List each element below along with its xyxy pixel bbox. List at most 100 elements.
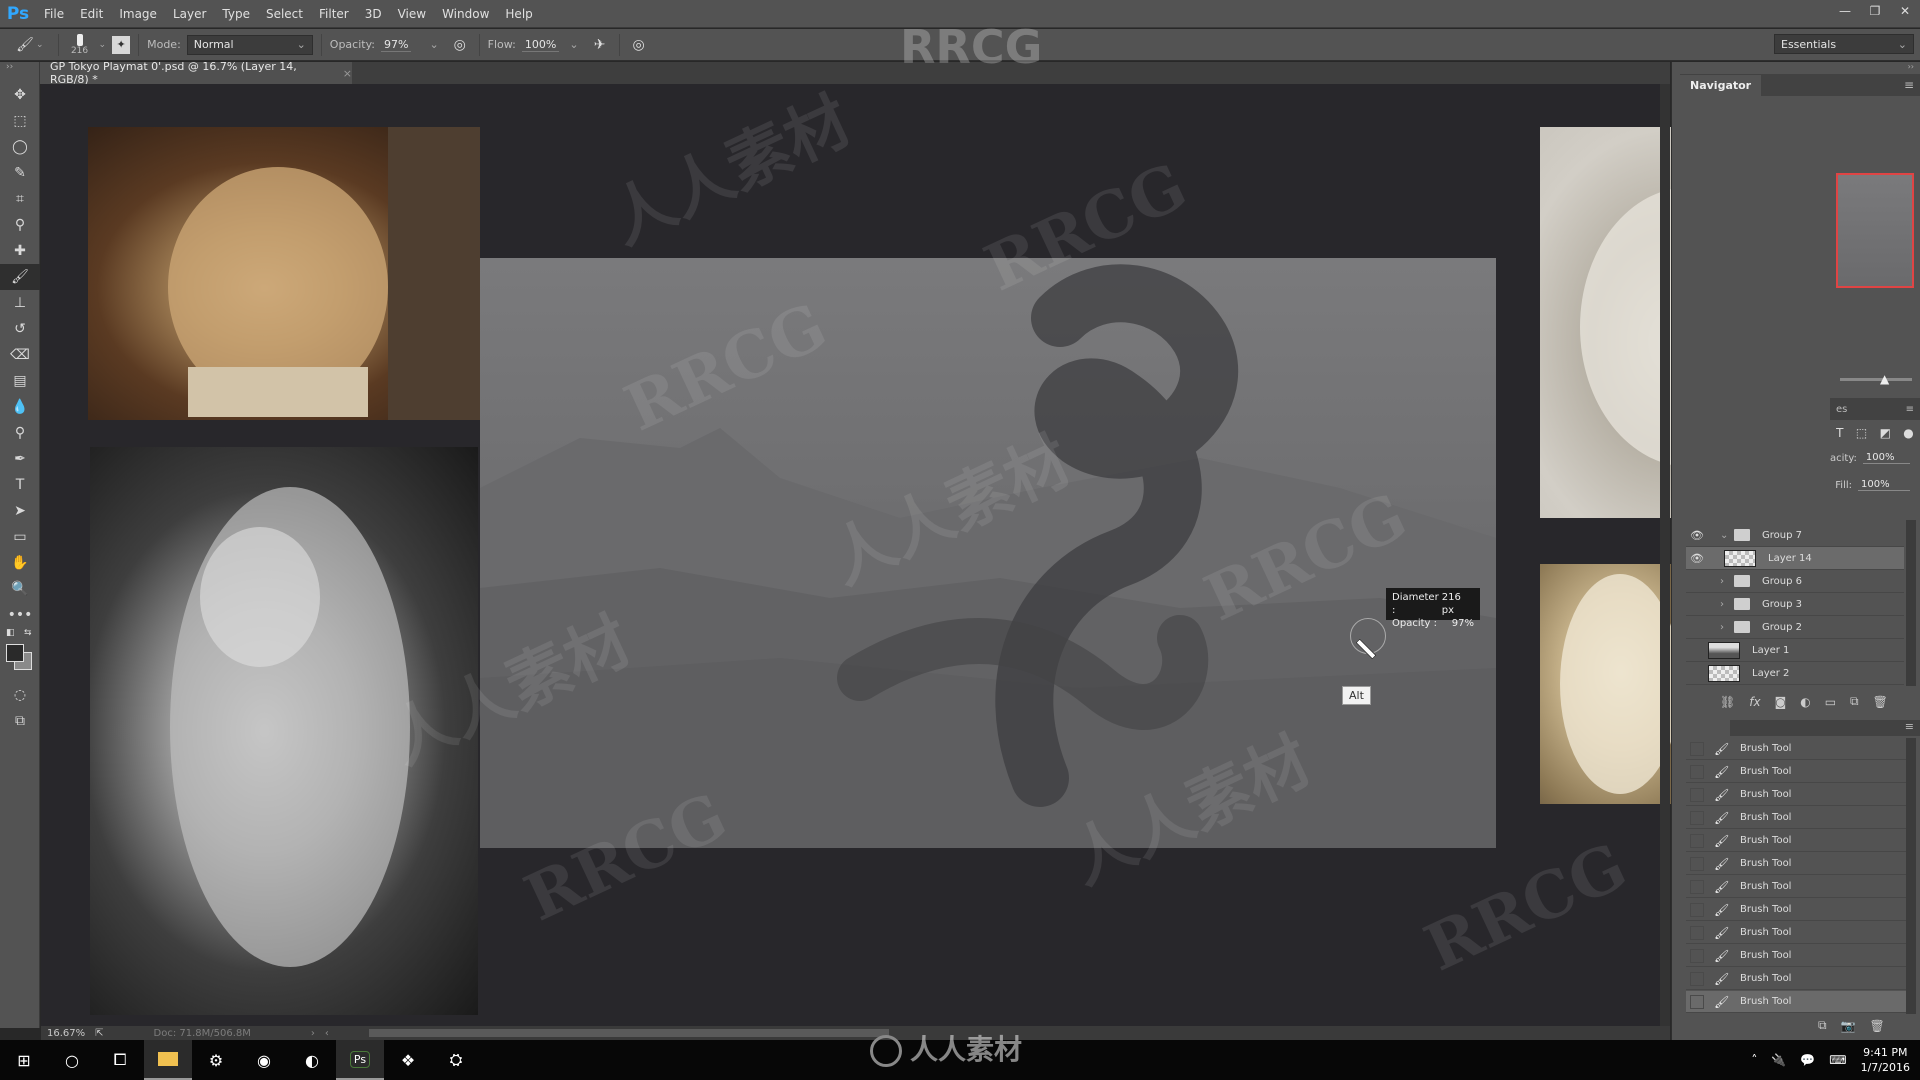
navigator-tab[interactable]: Navigator <box>1680 74 1762 96</box>
show-hidden-icons[interactable]: ˄ <box>1751 1053 1757 1067</box>
doc-size[interactable]: Doc: 71.8M/506.8M <box>154 1028 251 1039</box>
mode-select[interactable]: Normal ⌄ <box>186 34 313 55</box>
history-source-checkbox[interactable] <box>1690 856 1704 871</box>
fx-icon[interactable]: fx <box>1749 695 1760 709</box>
more-tools-icon[interactable]: ••• <box>0 602 40 628</box>
history-source-checkbox[interactable] <box>1690 948 1704 963</box>
task-view-button[interactable]: ⧠ <box>96 1040 144 1080</box>
notifications-icon[interactable]: 💬 <box>1800 1053 1815 1067</box>
chevron-right-icon[interactable]: › <box>1720 599 1734 610</box>
pen-tool-icon[interactable]: ✒ <box>0 446 40 472</box>
panel-menu-icon[interactable]: ≡ <box>1905 720 1914 733</box>
clock[interactable]: 9:41 PM 1/7/2016 <box>1861 1045 1910 1075</box>
delete-layer-icon[interactable]: 🗑 <box>1873 695 1888 709</box>
history-source-checkbox[interactable] <box>1690 971 1704 986</box>
healing-brush-tool-icon[interactable]: ✚ <box>0 238 40 264</box>
link-layers-icon[interactable]: ⛓ <box>1720 695 1735 709</box>
menu-layer[interactable]: Layer <box>165 7 214 21</box>
layer-row-group-2[interactable]: › Group 2 <box>1686 616 1904 639</box>
menu-select[interactable]: Select <box>258 7 311 21</box>
default-colors-icon[interactable]: ◧ <box>6 628 15 638</box>
battery-icon[interactable]: 🔌 <box>1771 1053 1786 1067</box>
panel-menu-icon[interactable]: ≡ <box>1904 78 1914 92</box>
menu-window[interactable]: Window <box>434 7 497 21</box>
visibility-eye-icon[interactable]: 👁 <box>1686 529 1708 542</box>
close-tab-icon[interactable]: × <box>343 67 352 80</box>
swap-colors-icon[interactable]: ⇆ <box>24 628 32 638</box>
history-state[interactable]: 🖌 Brush Tool <box>1686 738 1906 760</box>
eraser-tool-icon[interactable]: ⌫ <box>0 342 40 368</box>
menu-file[interactable]: File <box>36 7 72 21</box>
chevron-down-icon[interactable]: ⌄ <box>429 38 438 51</box>
type-tool-icon[interactable]: T <box>0 472 40 498</box>
history-state[interactable]: 🖌 Brush Tool <box>1686 945 1906 967</box>
history-state[interactable]: 🖌 Brush Tool <box>1686 761 1906 783</box>
document-canvas[interactable] <box>480 258 1496 848</box>
zoom-level[interactable]: 16.67% <box>47 1028 85 1039</box>
smart-object-filter-icon[interactable]: ◩ <box>1880 426 1891 440</box>
photoshop-taskbar-icon[interactable]: Ps <box>336 1040 384 1080</box>
history-source-checkbox[interactable] <box>1690 833 1704 848</box>
chevron-down-icon[interactable]: ⌄ <box>1720 530 1734 541</box>
gradient-tool-icon[interactable]: ▤ <box>0 368 40 394</box>
brush-panel-toggle-icon[interactable]: ✦ <box>112 35 131 54</box>
history-source-checkbox[interactable] <box>1690 810 1704 825</box>
horizontal-scrollbar[interactable] <box>368 1029 889 1037</box>
history-source-checkbox[interactable] <box>1690 879 1704 894</box>
new-document-from-state-icon[interactable]: ⧉ <box>1818 1018 1827 1033</box>
menu-edit[interactable]: Edit <box>72 7 111 21</box>
history-source-checkbox[interactable] <box>1690 994 1704 1009</box>
file-explorer-icon[interactable] <box>144 1040 192 1080</box>
screen-mode-icon[interactable]: ⧉ <box>0 708 40 734</box>
layer-row-layer-14[interactable]: 👁 Layer 14 <box>1686 547 1904 570</box>
layer-row-layer-2[interactable]: Layer 2 <box>1686 662 1904 685</box>
reference-image-laocoon[interactable] <box>88 127 480 420</box>
collapse-panels-icon[interactable]: ›› <box>1672 62 1920 71</box>
airbrush-icon[interactable]: ✈ <box>589 34 611 56</box>
status-menu-arrow-icon[interactable]: › <box>311 1028 315 1039</box>
dropbox-icon[interactable]: ❖ <box>384 1040 432 1080</box>
crop-tool-icon[interactable]: ⌗ <box>0 186 40 212</box>
share-icon[interactable]: ⇱ <box>95 1028 103 1039</box>
minimize-button[interactable]: — <box>1830 0 1860 22</box>
menu-filter[interactable]: Filter <box>311 7 357 21</box>
pressure-size-icon[interactable]: ◎ <box>628 34 650 56</box>
blur-tool-icon[interactable]: 💧 <box>0 394 40 420</box>
brush-size-picker[interactable]: 216 <box>67 33 93 56</box>
history-source-checkbox[interactable] <box>1690 764 1704 779</box>
adjustment-layer-icon[interactable]: ◐ <box>1800 695 1810 709</box>
snapshot-icon[interactable]: 📷 <box>1841 1019 1856 1033</box>
history-state[interactable]: 🖌 Brush Tool <box>1686 991 1906 1013</box>
new-group-icon[interactable]: ▭ <box>1825 695 1836 709</box>
add-mask-icon[interactable]: ◙ <box>1775 695 1787 709</box>
layer-row-group-6[interactable]: › Group 6 <box>1686 570 1904 593</box>
clone-stamp-tool-icon[interactable]: ⊥ <box>0 290 40 316</box>
workspace-select[interactable]: Essentials ⌄ <box>1774 34 1914 54</box>
lasso-tool-icon[interactable]: ◯ <box>0 134 40 160</box>
navigator-zoom-slider[interactable] <box>1840 378 1912 381</box>
firefox-icon[interactable]: ◐ <box>288 1040 336 1080</box>
reference-image-pluto-proserpina[interactable] <box>90 447 478 1015</box>
layer-opacity-value[interactable]: 100% <box>1862 452 1910 464</box>
chevron-right-icon[interactable]: › <box>1720 622 1734 633</box>
move-tool-icon[interactable]: ✥ <box>0 82 40 108</box>
quick-select-tool-icon[interactable]: ✎ <box>0 160 40 186</box>
collapse-toolbar-icon[interactable]: ›› <box>0 62 39 82</box>
history-state[interactable]: 🖌 Brush Tool <box>1686 807 1906 829</box>
history-state[interactable]: 🖌 Brush Tool <box>1686 830 1906 852</box>
filter-toggle-icon[interactable]: ● <box>1903 426 1913 440</box>
history-source-checkbox[interactable] <box>1690 787 1704 802</box>
brush-tool-icon[interactable]: 🖌 <box>0 264 40 290</box>
start-button[interactable]: ⊞ <box>0 1040 48 1080</box>
history-brush-tool-icon[interactable]: ↺ <box>0 316 40 342</box>
history-state[interactable]: 🖌 Brush Tool <box>1686 876 1906 898</box>
canvas-vertical-scrollbar[interactable] <box>1660 84 1670 1026</box>
visibility-eye-icon[interactable]: 👁 <box>1686 552 1708 565</box>
eyedropper-tool-icon[interactable]: ⚲ <box>0 212 40 238</box>
document-tab[interactable]: GP Tokyo Playmat 0'.psd @ 16.7% (Layer 1… <box>40 60 352 86</box>
layer-row-group-3[interactable]: › Group 3 <box>1686 593 1904 616</box>
menu-image[interactable]: Image <box>111 7 165 21</box>
chevron-down-icon[interactable]: ⌄ <box>569 38 578 51</box>
layers-tab[interactable]: es <box>1836 404 1847 415</box>
menu-view[interactable]: View <box>390 7 434 21</box>
